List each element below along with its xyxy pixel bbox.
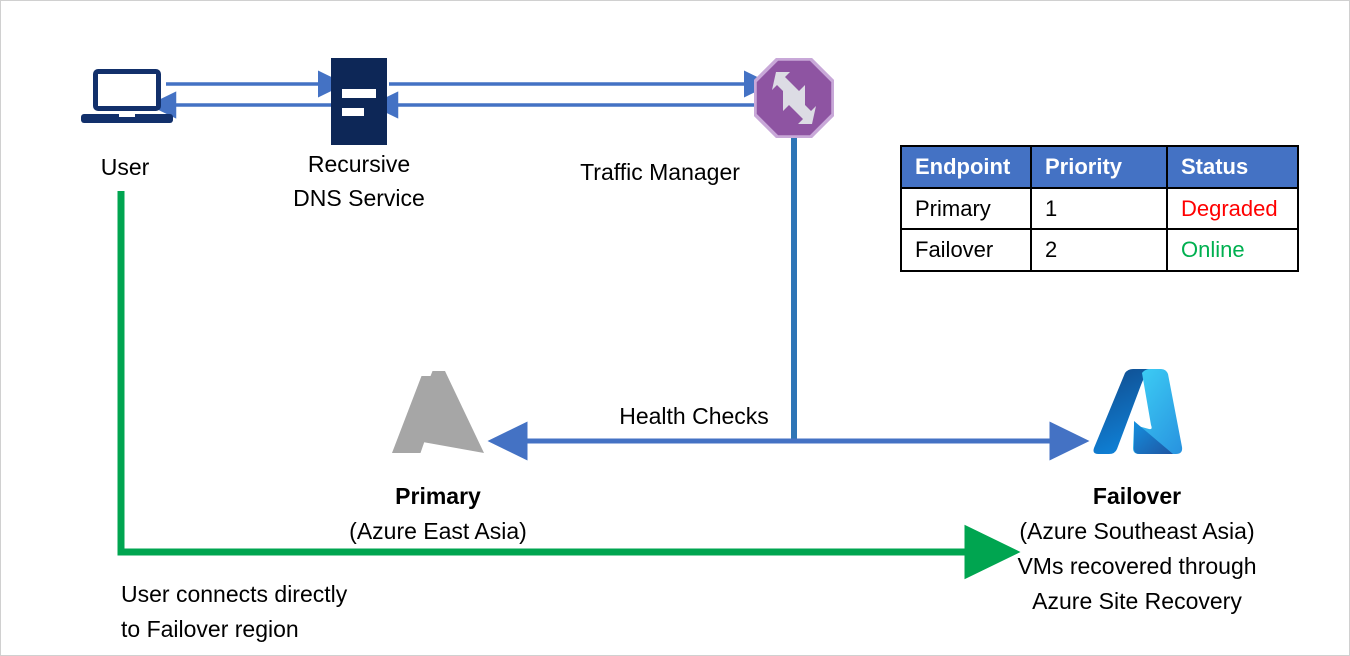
endpoint-status-table: Endpoint Priority Status Primary 1 Degra… xyxy=(900,145,1299,272)
server-bar-bottom xyxy=(342,108,364,116)
failover-note-line2: Azure Site Recovery xyxy=(1032,588,1242,614)
azure-logo-icon xyxy=(1087,363,1187,459)
traffic-manager-octagon-icon xyxy=(753,57,835,139)
dns-label-line2: DNS Service xyxy=(293,185,425,211)
status-badge-primary: Degraded xyxy=(1166,186,1299,230)
table-header-status: Status xyxy=(1166,145,1299,189)
cell-priority-primary: 1 xyxy=(1030,186,1168,230)
failover-region: (Azure Southeast Asia) xyxy=(1019,518,1255,544)
azure-logo-gray-icon xyxy=(388,367,488,459)
traffic-manager-label: Traffic Manager xyxy=(580,159,740,185)
user-direct-note-line1: User connects directly xyxy=(121,581,348,607)
server-icon xyxy=(331,58,387,145)
arrow-user-direct-to-failover xyxy=(117,191,1021,580)
table-row: Failover 2 Online xyxy=(900,228,1299,272)
table-header-row: Endpoint Priority Status xyxy=(900,145,1299,189)
failover-label: Failover xyxy=(1092,483,1182,509)
health-checks-label: Health Checks xyxy=(619,403,769,429)
primary-label: Primary xyxy=(395,483,481,509)
failover-note-line1: VMs recovered through xyxy=(1017,553,1257,579)
user-direct-note-line2: to Failover region xyxy=(121,616,299,642)
table-header-endpoint: Endpoint xyxy=(900,145,1032,189)
server-bar-top xyxy=(342,89,376,98)
table-header-priority: Priority xyxy=(1030,145,1168,189)
table-row: Primary 1 Degraded xyxy=(900,186,1299,230)
laptop-notch xyxy=(119,114,135,117)
cell-priority-failover: 2 xyxy=(1030,228,1168,272)
laptop-screen xyxy=(93,69,161,111)
diagram-canvas: User Recursive DNS Service Traffic Manag… xyxy=(0,0,1350,656)
cell-endpoint-primary: Primary xyxy=(900,186,1032,230)
status-badge-failover: Online xyxy=(1166,228,1299,272)
user-label: User xyxy=(100,154,150,180)
cell-endpoint-failover: Failover xyxy=(900,228,1032,272)
dns-label-line1: Recursive xyxy=(307,151,411,177)
primary-region: (Azure East Asia) xyxy=(349,518,527,544)
laptop-icon xyxy=(81,69,173,127)
